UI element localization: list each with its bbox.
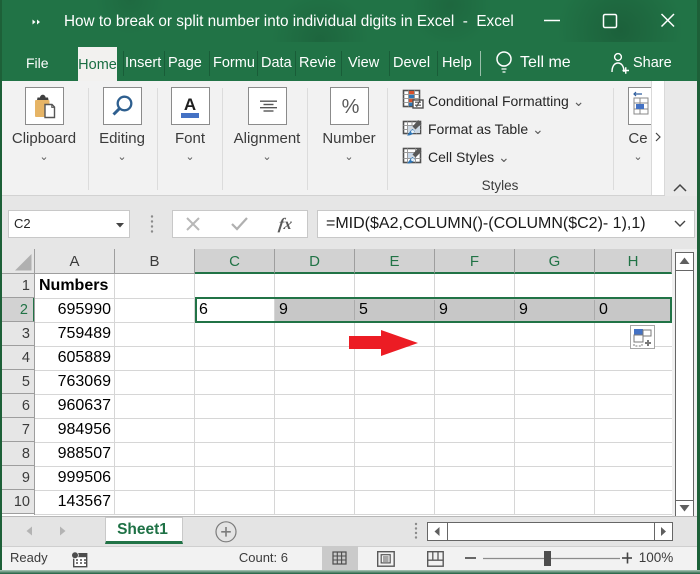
svg-text:%: % bbox=[342, 96, 360, 118]
svg-text:A: A bbox=[184, 95, 196, 114]
svg-text:fx: fx bbox=[277, 216, 293, 233]
